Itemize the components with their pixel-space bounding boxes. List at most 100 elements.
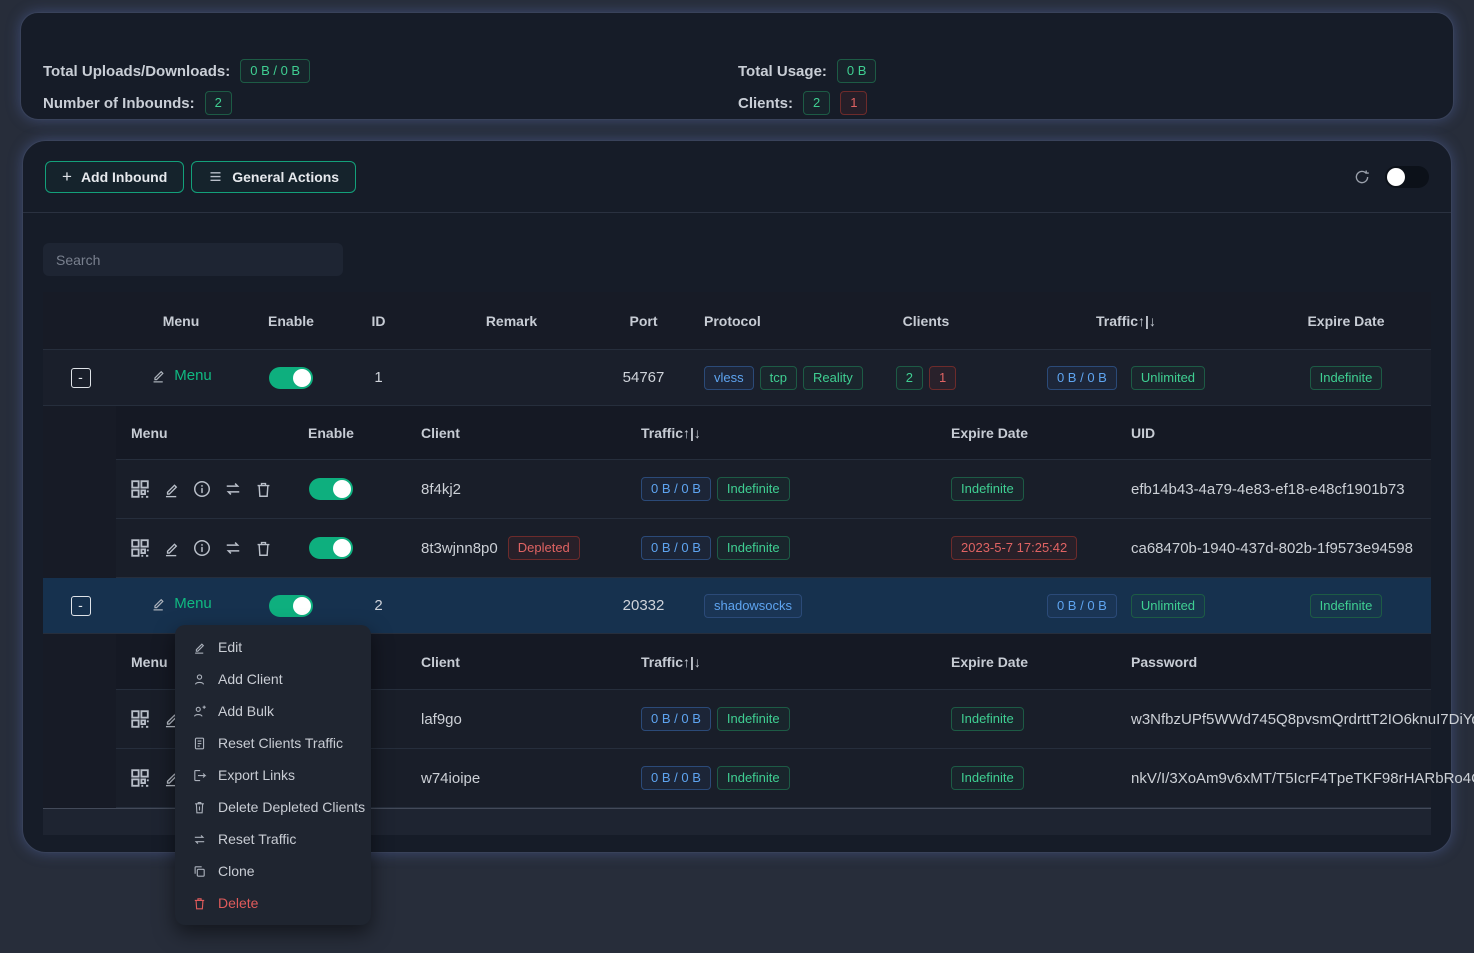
menu-item-add-client[interactable]: Add Client	[175, 663, 371, 695]
client-traffic-limit-badge: Indefinite	[717, 477, 790, 501]
qrcode-icon[interactable]	[129, 767, 151, 789]
header-traffic-sort[interactable]: Traffic↑|↓	[991, 313, 1261, 329]
search-bar	[23, 213, 1451, 292]
menu-item-label: Reset Traffic	[218, 831, 296, 847]
edit-pencil-icon	[150, 595, 167, 612]
c2-header-traffic-sort[interactable]: Traffic↑|↓	[626, 654, 936, 670]
general-actions-button[interactable]: General Actions	[191, 161, 356, 193]
header-protocol: Protocol	[683, 313, 861, 329]
edit-pencil-icon[interactable]	[162, 539, 181, 558]
qrcode-icon[interactable]	[129, 537, 151, 559]
qrcode-icon[interactable]	[129, 478, 151, 500]
client-expire-badge: Indefinite	[951, 766, 1024, 790]
header-enable: Enable	[244, 313, 338, 329]
stat-clients-label: Clients:	[738, 95, 793, 112]
client-password: nkV/I/3XoAm9v6xMT/T5IcrF4TpeTKF98rHARbRo…	[1131, 770, 1474, 787]
client-name: 8f4kj2	[421, 481, 461, 498]
qrcode-icon[interactable]	[129, 708, 151, 730]
document-icon	[192, 736, 207, 751]
menu-item-delete[interactable]: Delete	[175, 887, 371, 919]
depleted-badge: Depleted	[508, 536, 580, 560]
edit-pencil-icon[interactable]	[162, 480, 181, 499]
stat-inbounds-label: Number of Inbounds:	[43, 95, 195, 112]
reset-traffic-icon[interactable]	[223, 479, 243, 499]
expire-badge: Indefinite	[1310, 594, 1383, 618]
clients-depleted-badge: 1	[929, 366, 956, 390]
menu-item-delete-depleted-clients[interactable]: Delete Depleted Clients	[175, 791, 371, 823]
stat-clients-active: 2	[803, 91, 830, 115]
inbound-enable-toggle[interactable]	[269, 367, 313, 389]
stat-total-usage-label: Total Usage:	[738, 63, 827, 80]
stats-card: Total Uploads/Downloads: 0 B / 0 B Numbe…	[20, 12, 1454, 120]
person-plus-icon	[192, 704, 207, 719]
trash-user-icon	[192, 800, 207, 815]
inbounds-page: Total Uploads/Downloads: 0 B / 0 B Numbe…	[0, 0, 1474, 953]
client-table-1: Menu Enable Client Traffic↑|↓ Expire Dat…	[43, 406, 1431, 578]
client-password: w3NfbzUPf5WWd745Q8pvsmQrdrttT2IO6knuI7Di…	[1131, 711, 1474, 728]
menu-item-reset-traffic[interactable]: Reset Traffic	[175, 823, 371, 855]
c1-header-client: Client	[376, 425, 626, 441]
menu-item-label: Delete Depleted Clients	[218, 799, 365, 815]
client-enable-toggle[interactable]	[309, 478, 353, 500]
info-icon[interactable]	[192, 538, 212, 558]
stat-inbounds-value: 2	[205, 91, 232, 115]
add-inbound-button[interactable]: + Add Inbound	[45, 161, 184, 193]
menu-item-label: Delete	[218, 895, 258, 911]
row-menu-button[interactable]: Menu	[118, 595, 244, 612]
inbound-context-menu: Edit Add Client Add Bulk Reset Clients T…	[175, 625, 371, 925]
inbound-id: 2	[338, 597, 419, 614]
inbound-enable-toggle[interactable]	[269, 595, 313, 617]
clients-active-badge: 2	[896, 366, 923, 390]
trash-icon[interactable]	[254, 539, 273, 558]
header-port: Port	[604, 313, 683, 329]
reset-traffic-icon[interactable]	[223, 538, 243, 558]
row-menu-button[interactable]: Menu	[118, 367, 244, 384]
c1-header-enable: Enable	[286, 425, 376, 441]
header-expire-date: Expire Date	[1261, 313, 1431, 329]
trash-icon[interactable]	[254, 480, 273, 499]
security-tag: Reality	[803, 366, 863, 390]
c2-header-expire: Expire Date	[936, 654, 1106, 670]
header-id: ID	[338, 313, 419, 329]
menu-item-label: Edit	[218, 639, 242, 655]
stat-total-usage-value: 0 B	[837, 59, 877, 83]
menu-item-add-bulk[interactable]: Add Bulk	[175, 695, 371, 727]
inbound-id: 1	[338, 369, 419, 386]
client-uid: efb14b43-4a79-4e83-ef18-e48cf1901b73	[1131, 481, 1405, 498]
stat-inbounds-count: Number of Inbounds: 2	[43, 91, 232, 115]
refresh-icon[interactable]	[1353, 168, 1371, 186]
client-row-8t3wjnn8p0: 8t3wjnn8p0 Depleted 0 B / 0 B Indefinite…	[116, 519, 1431, 578]
traffic-badge: 0 B / 0 B	[1047, 594, 1117, 618]
client-enable-toggle[interactable]	[309, 537, 353, 559]
stat-uploads-downloads-label: Total Uploads/Downloads:	[43, 63, 230, 80]
menu-item-label: Add Bulk	[218, 703, 274, 719]
info-icon[interactable]	[192, 479, 212, 499]
client-expire-badge: Indefinite	[951, 707, 1024, 731]
client-table-1-header: Menu Enable Client Traffic↑|↓ Expire Dat…	[116, 406, 1431, 460]
menu-item-export-links[interactable]: Export Links	[175, 759, 371, 791]
collapse-row-button[interactable]: -	[71, 368, 91, 388]
menu-item-reset-clients-traffic[interactable]: Reset Clients Traffic	[175, 727, 371, 759]
c1-header-traffic-sort[interactable]: Traffic↑|↓	[626, 425, 936, 441]
menu-item-clone[interactable]: Clone	[175, 855, 371, 887]
menu-item-label: Export Links	[218, 767, 295, 783]
c1-header-expire: Expire Date	[936, 425, 1106, 441]
c2-header-password: Password	[1106, 654, 1431, 670]
row-menu-label: Menu	[174, 595, 212, 612]
c2-header-client: Client	[376, 654, 626, 670]
inbounds-table-header: Menu Enable ID Remark Port Protocol Clie…	[43, 292, 1431, 350]
client-expire-badge: 2023-5-7 17:25:42	[951, 536, 1077, 560]
protocol-tag: vless	[704, 366, 754, 390]
add-inbound-label: Add Inbound	[81, 169, 167, 185]
auto-refresh-toggle[interactable]	[1385, 166, 1429, 188]
edit-pencil-icon	[192, 640, 207, 655]
collapse-row-button[interactable]: -	[71, 596, 91, 616]
client-traffic-limit-badge: Indefinite	[717, 536, 790, 560]
search-input[interactable]	[43, 243, 343, 276]
header-remark: Remark	[419, 313, 604, 329]
traffic-limit-badge: Unlimited	[1131, 366, 1205, 390]
plus-icon: +	[62, 167, 72, 187]
menu-item-edit[interactable]: Edit	[175, 631, 371, 663]
general-actions-label: General Actions	[232, 169, 339, 185]
menu-item-label: Add Client	[218, 671, 283, 687]
